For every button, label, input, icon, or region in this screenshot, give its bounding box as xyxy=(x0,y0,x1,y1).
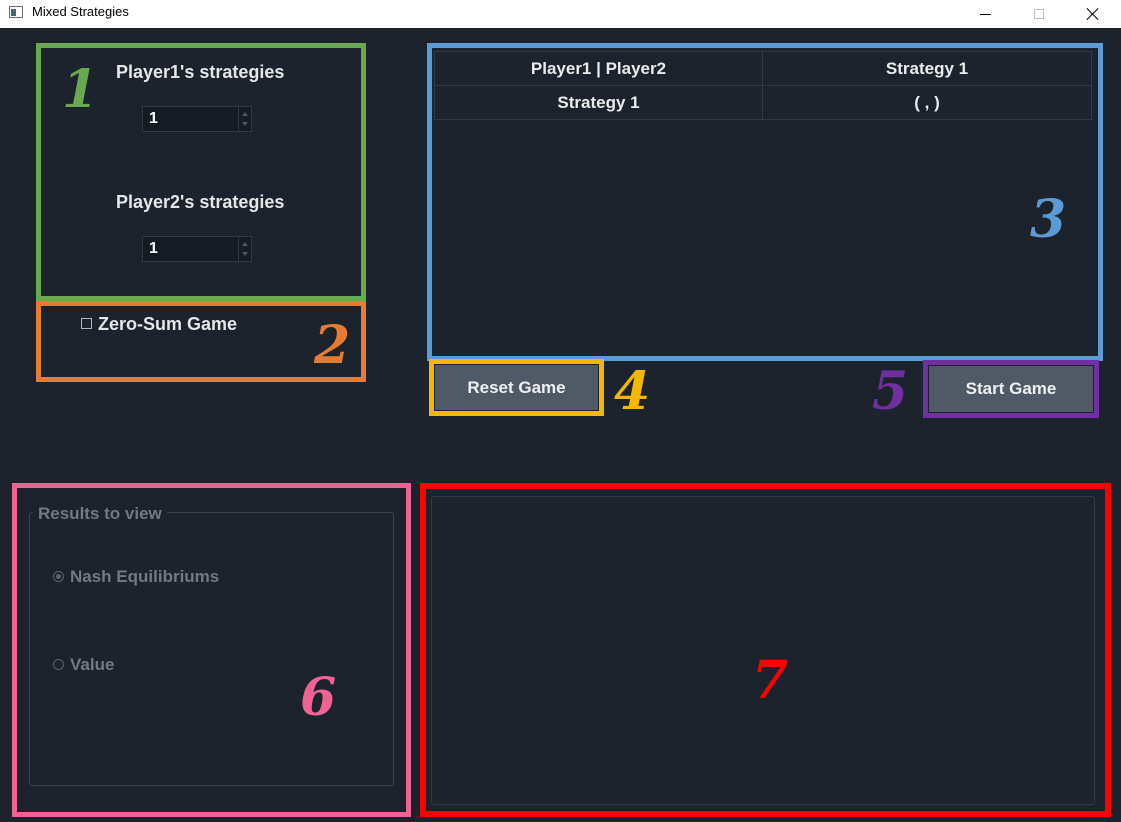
zero-sum-checkbox[interactable] xyxy=(81,318,92,329)
zero-sum-label[interactable]: Zero-Sum Game xyxy=(98,314,237,335)
player1-strategies-label: Player1's strategies xyxy=(116,62,285,82)
spinbox-arrows[interactable] xyxy=(238,107,251,131)
player2-strategies-spinbox[interactable]: 1 xyxy=(142,236,252,262)
reset-game-button[interactable]: Reset Game xyxy=(435,365,598,410)
main-window: 1 Player1's strategies 1 Player2's strat… xyxy=(0,28,1121,822)
annotation-label-3: 3 xyxy=(1030,189,1067,250)
annotation-label-7: 7 xyxy=(752,650,789,711)
row-header-cell: Strategy 1 xyxy=(434,85,763,120)
annotation-label-4: 4 xyxy=(614,361,651,422)
spin-up-icon[interactable] xyxy=(242,112,248,116)
spinbox-arrows[interactable] xyxy=(238,237,251,261)
table-header-cell: Player1 | Player2 xyxy=(434,51,763,86)
player2-strategies-value: 1 xyxy=(149,240,158,257)
player1-strategies-spinbox[interactable]: 1 xyxy=(142,106,252,132)
spin-down-icon[interactable] xyxy=(242,122,248,126)
nash-equilibriums-radio[interactable] xyxy=(53,571,64,582)
payoff-cell[interactable]: ( , ) xyxy=(762,85,1092,120)
payoff-table: Player1 | Player2 Strategy 1 Strategy 1 … xyxy=(434,51,1092,120)
table-header-row: Player1 | Player2 Strategy 1 xyxy=(434,51,1092,86)
annotation-label-5: 5 xyxy=(872,361,909,422)
nash-equilibriums-label[interactable]: Nash Equilibriums xyxy=(70,567,219,587)
table-row: Strategy 1 ( , ) xyxy=(434,85,1092,120)
player1-strategies-value: 1 xyxy=(149,110,158,127)
annotation-label-6: 6 xyxy=(300,667,337,728)
annotation-label-2: 2 xyxy=(314,315,351,376)
annotation-label-1: 1 xyxy=(62,59,99,120)
results-group-title: Results to view xyxy=(33,504,167,524)
player2-strategies-label: Player2's strategies xyxy=(116,192,285,212)
value-label[interactable]: Value xyxy=(70,655,114,675)
results-groupbox xyxy=(29,512,394,786)
table-header-cell: Strategy 1 xyxy=(762,51,1092,86)
spin-up-icon[interactable] xyxy=(242,242,248,246)
value-radio[interactable] xyxy=(53,659,64,670)
start-game-button[interactable]: Start Game xyxy=(929,366,1093,412)
spin-down-icon[interactable] xyxy=(242,252,248,256)
